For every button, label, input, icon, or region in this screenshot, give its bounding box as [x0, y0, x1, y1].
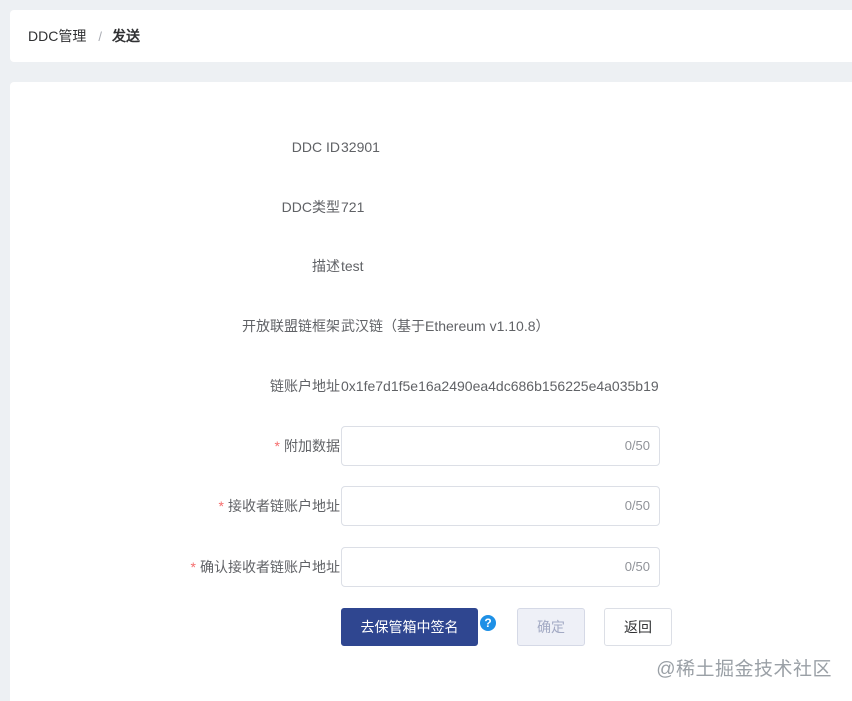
receiver-address-input-wrapper: 0/50	[341, 486, 660, 526]
description-label: 描述	[312, 258, 340, 274]
framework-label: 开放联盟链框架	[242, 318, 340, 334]
confirm-receiver-address-input-wrapper: 0/50	[341, 547, 660, 587]
form-row-extra-data: * 附加数据 0/50	[10, 426, 852, 466]
chain-address-label: 链账户地址	[270, 378, 340, 394]
breadcrumb-ddc-management[interactable]: DDC管理	[28, 26, 86, 46]
extra-data-input[interactable]	[354, 427, 618, 465]
ddc-type-label: DDC类型	[281, 199, 340, 215]
watermark-text: @稀土掘金技术社区	[656, 659, 832, 680]
action-row: 去保管箱中签名 ? 确定 返回	[10, 608, 852, 648]
extra-data-counter: 0/50	[624, 438, 650, 453]
confirm-button[interactable]: 确定	[517, 608, 585, 646]
extra-data-label: * 附加数据	[274, 438, 340, 454]
breadcrumb-current: 发送	[111, 28, 140, 44]
confirm-receiver-address-label: * 确认接收者链账户地址	[190, 559, 340, 575]
detail-row-description: 描述 test	[10, 246, 852, 286]
form-row-receiver-address: * 接收者链账户地址 0/50	[10, 486, 852, 526]
breadcrumb-bar: DDC管理 / 发送	[10, 10, 852, 62]
description-value: test	[341, 258, 364, 274]
confirm-receiver-address-counter: 0/50	[624, 559, 650, 574]
receiver-address-input[interactable]	[354, 487, 618, 525]
help-icon[interactable]: ?	[480, 615, 496, 631]
chain-address-value: 0x1fe7d1f5e16a2490ea4dc686b156225e4a035b…	[341, 378, 659, 394]
detail-row-ddc-id: DDC ID 32901	[10, 127, 852, 167]
ddc-id-label: DDC ID	[291, 139, 340, 155]
send-form-card: DDC ID 32901 DDC类型 721 描述 test 开放联盟链框架 武…	[10, 82, 852, 701]
back-button[interactable]: 返回	[604, 608, 672, 646]
receiver-address-counter: 0/50	[624, 498, 650, 513]
detail-row-ddc-type: DDC类型 721	[10, 187, 852, 227]
confirm-receiver-address-input[interactable]	[354, 548, 618, 586]
ddc-type-value: 721	[341, 199, 365, 215]
receiver-address-label: * 接收者链账户地址	[218, 498, 340, 514]
required-mark: *	[190, 559, 196, 575]
detail-row-framework: 开放联盟链框架 武汉链（基于Ethereum v1.10.8）	[10, 306, 852, 346]
breadcrumb-separator: /	[98, 28, 102, 44]
framework-value: 武汉链（基于Ethereum v1.10.8）	[341, 318, 550, 334]
detail-row-chain-address: 链账户地址 0x1fe7d1f5e16a2490ea4dc686b156225e…	[10, 366, 852, 406]
required-mark: *	[218, 498, 224, 514]
sign-in-vault-button[interactable]: 去保管箱中签名	[341, 608, 478, 646]
extra-data-input-wrapper: 0/50	[341, 426, 660, 466]
form-row-confirm-receiver-address: * 确认接收者链账户地址 0/50	[10, 547, 852, 587]
required-mark: *	[274, 438, 280, 454]
ddc-id-value: 32901	[341, 139, 380, 155]
